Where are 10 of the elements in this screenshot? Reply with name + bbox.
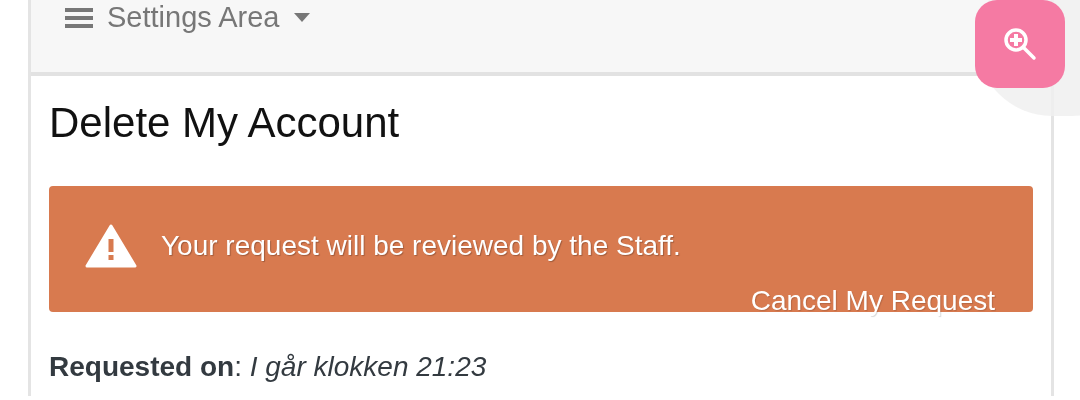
page-title: Delete My Account (49, 98, 401, 148)
requested-on-text: Requested on: I går klokken 21:23 (49, 350, 488, 385)
cancel-request-link[interactable]: Cancel My Request (750, 280, 995, 323)
zoom-in-button[interactable] (975, 0, 1065, 88)
settings-area-dropdown[interactable]: Settings Area (65, 0, 310, 40)
zoom-in-icon (1002, 26, 1038, 62)
alert-message: Your request will be reviewed by the Staff. (161, 229, 681, 264)
caret-icon (293, 12, 310, 23)
menu-icon (65, 5, 93, 30)
warning-icon (85, 224, 137, 269)
